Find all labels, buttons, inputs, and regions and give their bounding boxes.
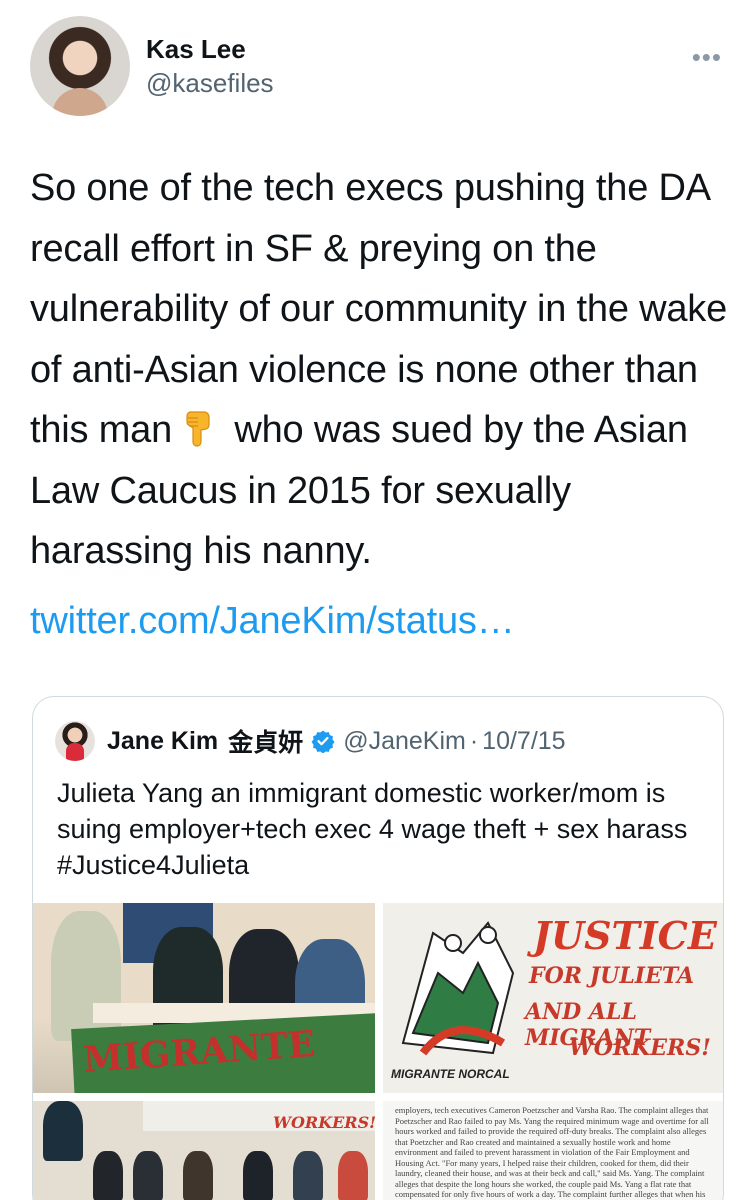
- quoted-tweet-text: Julieta Yang an immigrant domestic worke…: [57, 778, 688, 880]
- poster-line-2: FOR JULIETA: [529, 963, 695, 989]
- photo-press-conference[interactable]: MIGRANTE: [33, 903, 375, 1093]
- poster-line-4: WORKERS!: [569, 1035, 711, 1061]
- pointing-down-emoji-icon: [186, 411, 210, 447]
- quoted-author-name: Jane Kim: [107, 726, 219, 755]
- quoted-author-name-cjk: 金貞妍: [228, 729, 304, 757]
- dot-separator: ·: [469, 726, 479, 755]
- quoted-tweet[interactable]: Jane Kim 金貞妍 @JaneKim · 10/7/15 Julieta …: [32, 696, 724, 1200]
- photo-panel-wide[interactable]: WORKERS!: [33, 1101, 375, 1200]
- poster-line-1: JUSTICE: [533, 913, 717, 958]
- photo-document[interactable]: employers, tech executives Cameron Poetz…: [383, 1101, 723, 1200]
- quoted-author-avatar: [55, 721, 95, 761]
- verified-badge-icon: [311, 730, 335, 753]
- document-text: employers, tech executives Cameron Poetz…: [395, 1105, 709, 1200]
- workers-text: WORKERS!: [273, 1113, 375, 1132]
- author-name[interactable]: Kas Lee: [146, 34, 246, 65]
- poster-org: MIGRANTE NORCAL: [391, 1067, 510, 1081]
- protest-art-graphic: [401, 921, 515, 1056]
- tweet-header: Kas Lee @kasefiles •••: [30, 16, 730, 116]
- quoted-tweet-header: Jane Kim 金貞妍 @JaneKim · 10/7/15: [55, 719, 715, 763]
- tweet-text: So one of the tech execs pushing the DA …: [30, 158, 730, 582]
- status-link[interactable]: twitter.com/JaneKim/status…: [30, 600, 515, 643]
- quoted-media-grid: MIGRANTE JUSTICE FOR JULIETA AND ALL MIG…: [33, 903, 723, 1200]
- author-avatar[interactable]: [30, 16, 130, 116]
- photo-justice-poster[interactable]: JUSTICE FOR JULIETA AND ALL MIGRANT WORK…: [383, 903, 723, 1093]
- quoted-author-handle: @JaneKim: [343, 726, 466, 755]
- author-handle[interactable]: @kasefiles: [146, 68, 274, 99]
- quoted-tweet-date: 10/7/15: [482, 726, 566, 755]
- more-icon[interactable]: •••: [692, 42, 722, 73]
